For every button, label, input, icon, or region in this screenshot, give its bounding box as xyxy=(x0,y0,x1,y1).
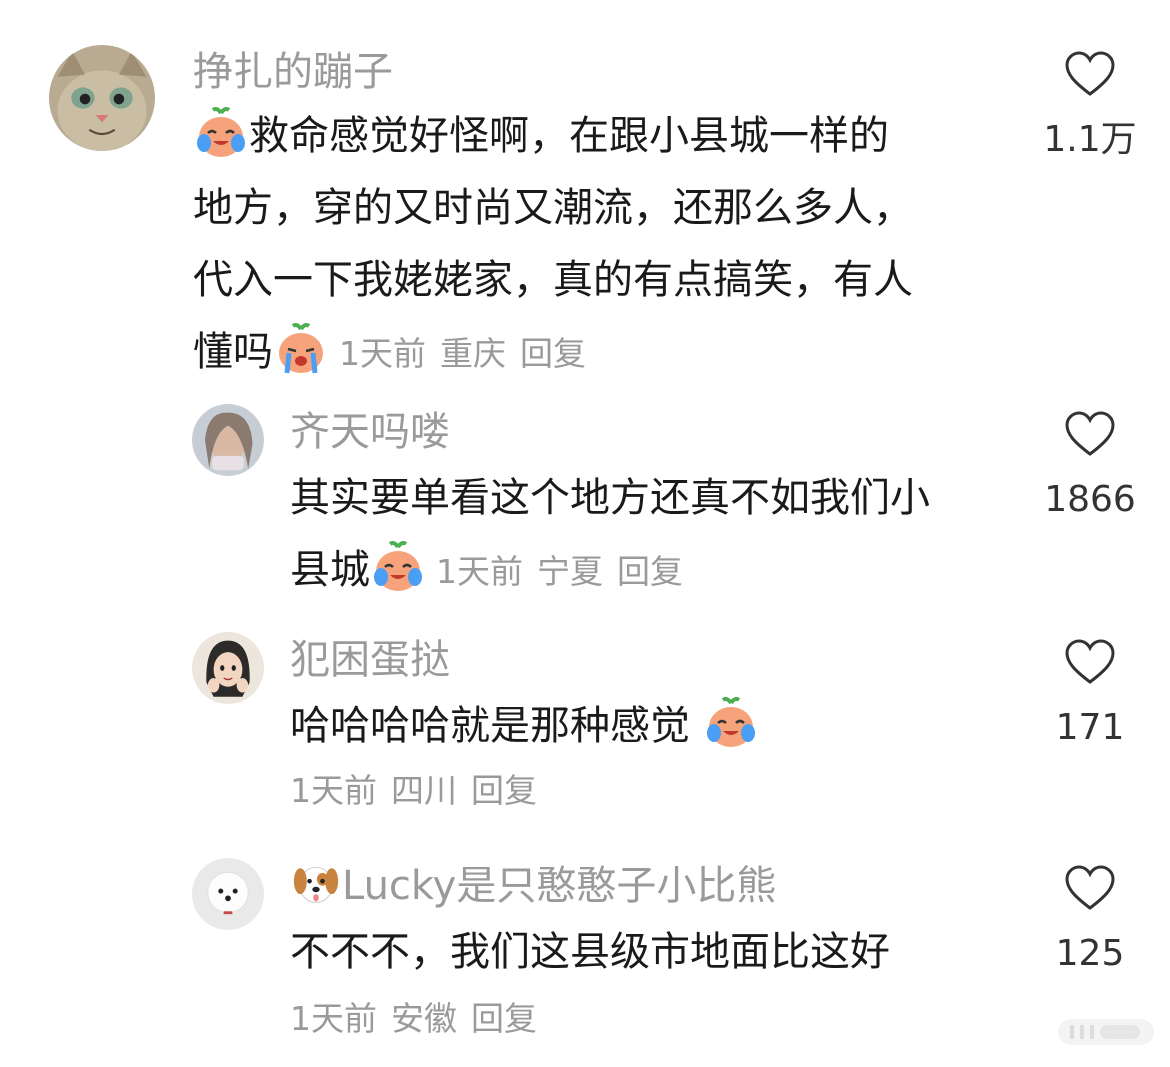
comment-location: 安徽 xyxy=(391,999,457,1038)
like-count: 125 xyxy=(1055,933,1125,974)
comment-location: 宁夏 xyxy=(537,552,603,591)
heart-icon xyxy=(1065,639,1115,684)
avatar[interactable] xyxy=(192,632,264,704)
avatar[interactable] xyxy=(192,858,264,930)
anime-girl-avatar-icon xyxy=(192,632,264,704)
comment-location: 四川 xyxy=(391,771,457,810)
reply-button[interactable]: 回复 xyxy=(471,771,537,810)
username[interactable]: 挣扎的蹦子 xyxy=(193,44,393,100)
like-button[interactable]: 1.1万 xyxy=(1030,50,1150,160)
avatar[interactable] xyxy=(192,404,264,476)
comment-time: 1天前 xyxy=(436,552,523,591)
dog-avatar-icon xyxy=(192,858,264,930)
heart-icon xyxy=(1065,51,1115,96)
username[interactable]: Lucky是只憨憨子小比熊 xyxy=(290,858,776,914)
girl-avatar-icon xyxy=(192,404,264,476)
comment-time: 1天前 xyxy=(290,999,377,1038)
watermark-icon xyxy=(1058,1019,1154,1045)
like-count: 171 xyxy=(1055,707,1125,748)
reply-button[interactable]: 回复 xyxy=(617,552,683,591)
dog-face-emoji-icon xyxy=(293,866,339,903)
crying-laughing-emoji-icon xyxy=(197,107,245,157)
comment-text: 不不不，我们这县级市地面比这好 xyxy=(290,929,890,975)
watermark-logo xyxy=(1056,1015,1156,1053)
comment-time: 1天前 xyxy=(339,334,426,373)
crying-laughing-emoji-icon xyxy=(706,697,755,747)
like-button[interactable]: 125 xyxy=(1030,864,1150,974)
like-count: 1866 xyxy=(1044,479,1136,520)
heart-icon xyxy=(1065,411,1115,456)
like-button[interactable]: 1866 xyxy=(1030,410,1150,520)
reply-button[interactable]: 回复 xyxy=(520,334,586,373)
username[interactable]: 犯困蛋挞 xyxy=(290,632,450,688)
comment-text: 救命感觉好怪啊，在跟小县城一样的 地方，穿的又时尚又潮流，还那么多人， 代入一下… xyxy=(193,100,913,390)
username[interactable]: 齐天吗喽 xyxy=(290,404,450,460)
crying-emoji-icon xyxy=(279,323,323,374)
comment-time: 1天前 xyxy=(290,771,377,810)
crying-laughing-emoji-icon xyxy=(374,541,422,591)
like-count: 1.1万 xyxy=(1043,119,1137,160)
heart-icon xyxy=(1065,865,1115,910)
like-button[interactable]: 171 xyxy=(1030,638,1150,748)
avatar[interactable] xyxy=(49,45,155,151)
reply-button[interactable]: 回复 xyxy=(471,999,537,1038)
cat-avatar-icon xyxy=(49,45,155,151)
comment-text: 其实要单看这个地方还真不如我们小 县城 1天前 宁夏 回复 xyxy=(290,475,930,593)
comment-text: 哈哈哈哈就是那种感觉 xyxy=(290,690,759,762)
comment-location: 重庆 xyxy=(440,334,506,373)
